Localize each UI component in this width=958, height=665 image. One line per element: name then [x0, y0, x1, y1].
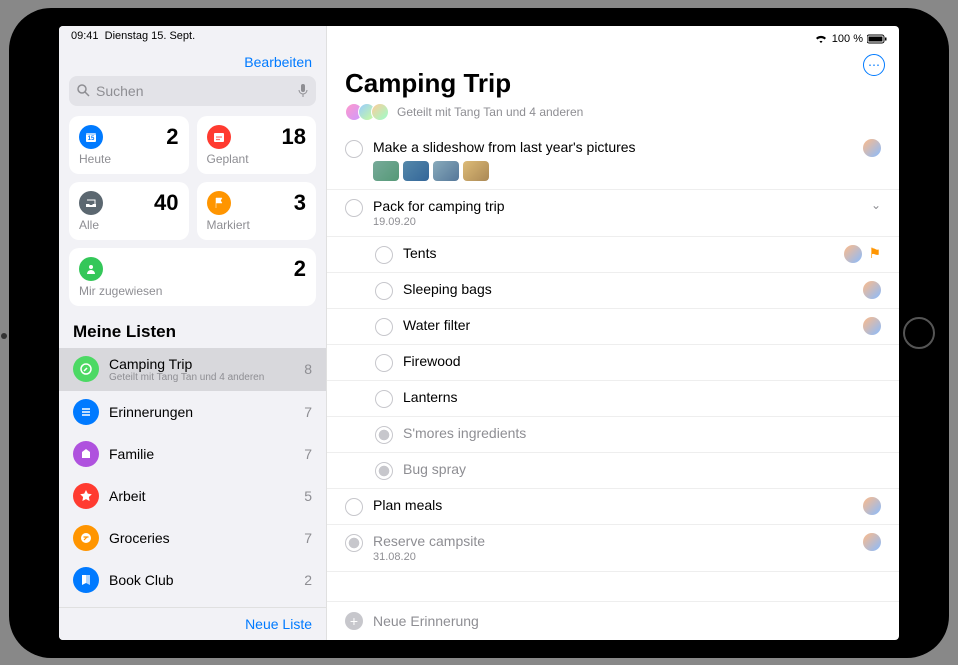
- task-row[interactable]: S'mores ingredients: [327, 417, 899, 453]
- svg-text:15: 15: [88, 136, 95, 142]
- list-name: Arbeit: [109, 488, 294, 504]
- sidebar-list-item[interactable]: Familie 7: [59, 433, 326, 475]
- card-scheduled[interactable]: 18 Geplant: [197, 116, 317, 174]
- task-title: Sleeping bags: [403, 281, 853, 297]
- list-name: Book Club: [109, 572, 294, 588]
- task-checkbox[interactable]: [375, 246, 393, 264]
- task-row[interactable]: Lanterns: [327, 381, 899, 417]
- search-icon: [77, 84, 90, 97]
- task-title: Lanterns: [403, 389, 871, 405]
- list-name: Groceries: [109, 530, 294, 546]
- list-icon: [73, 525, 99, 551]
- list-name: Familie: [109, 446, 294, 462]
- flag-icon: [207, 191, 231, 215]
- task-checkbox[interactable]: [375, 426, 393, 444]
- task-title: Water filter: [403, 317, 853, 333]
- task-title: S'mores ingredients: [403, 425, 871, 441]
- list-icon: [73, 567, 99, 593]
- new-list-button[interactable]: Neue Liste: [245, 616, 312, 632]
- avatar: [371, 103, 389, 121]
- task-checkbox[interactable]: [375, 282, 393, 300]
- card-all[interactable]: 40 Alle: [69, 182, 189, 240]
- home-button[interactable]: [903, 317, 935, 349]
- photo-thumbnail[interactable]: [373, 161, 399, 181]
- inbox-icon: [79, 191, 103, 215]
- sidebar-list-item[interactable]: Groceries 7: [59, 517, 326, 559]
- list-count: 7: [304, 446, 312, 462]
- sidebar-list-item[interactable]: Camping Trip Geteilt mit Tang Tan und 4 …: [59, 348, 326, 391]
- shared-info[interactable]: Geteilt mit Tang Tan und 4 anderen: [327, 103, 899, 131]
- task-checkbox[interactable]: [345, 140, 363, 158]
- photo-thumbnail[interactable]: [403, 161, 429, 181]
- list-title: Camping Trip: [327, 50, 899, 103]
- card-flagged[interactable]: 3 Markiert: [197, 182, 317, 240]
- chevron-down-icon[interactable]: ⌄: [871, 198, 881, 212]
- task-checkbox[interactable]: [375, 318, 393, 336]
- photo-thumbnail[interactable]: [463, 161, 489, 181]
- list-subtitle: Geteilt mit Tang Tan und 4 anderen: [109, 372, 294, 383]
- assignee-avatar: [863, 281, 881, 299]
- task-row[interactable]: Make a slideshow from last year's pictur…: [327, 131, 899, 190]
- task-title: Plan meals: [373, 497, 853, 513]
- task-title: Reserve campsite: [373, 533, 853, 549]
- task-title: Pack for camping trip: [373, 198, 861, 214]
- task-row[interactable]: Pack for camping trip 19.09.20 ⌄: [327, 190, 899, 237]
- task-row[interactable]: Bug spray: [327, 453, 899, 489]
- list-count: 8: [304, 361, 312, 377]
- list-name: Camping Trip: [109, 356, 294, 372]
- list-icon: [73, 483, 99, 509]
- list-count: 7: [304, 530, 312, 546]
- sidebar-list-item[interactable]: Book Club 2: [59, 559, 326, 601]
- edit-button[interactable]: Bearbeiten: [244, 54, 312, 70]
- task-title: Tents: [403, 245, 834, 261]
- photo-thumbnail[interactable]: [433, 161, 459, 181]
- search-input[interactable]: Suchen: [69, 76, 316, 106]
- task-title: Make a slideshow from last year's pictur…: [373, 139, 853, 155]
- list-name: Erinnerungen: [109, 404, 294, 420]
- wifi-icon: [814, 34, 828, 44]
- list-icon: [73, 356, 99, 382]
- calendar-today-icon: 15: [79, 125, 103, 149]
- mic-icon[interactable]: [298, 84, 308, 98]
- task-row[interactable]: Firewood: [327, 345, 899, 381]
- sidebar-list-item[interactable]: Erinnerungen 7: [59, 391, 326, 433]
- task-row[interactable]: Water filter: [327, 309, 899, 345]
- task-title: Bug spray: [403, 461, 871, 477]
- task-checkbox[interactable]: [345, 199, 363, 217]
- card-assigned[interactable]: 2 Mir zugewiesen: [69, 248, 316, 306]
- task-checkbox[interactable]: [345, 534, 363, 552]
- calendar-icon: [207, 125, 231, 149]
- task-date: 19.09.20: [373, 216, 861, 228]
- task-title: Firewood: [403, 353, 871, 369]
- list-icon: [73, 399, 99, 425]
- assignee-avatar: [863, 139, 881, 157]
- assignee-avatar: [844, 245, 862, 263]
- sidebar-list-item[interactable]: Arbeit 5: [59, 475, 326, 517]
- new-reminder-button[interactable]: + Neue Erinnerung: [327, 601, 899, 640]
- status-bar: 09:41 Dienstag 15. Sept. 100 %: [59, 30, 899, 48]
- task-row[interactable]: Plan meals: [327, 489, 899, 525]
- task-date: 31.08.20: [373, 551, 853, 563]
- task-row[interactable]: Sleeping bags: [327, 273, 899, 309]
- more-button[interactable]: ⋯: [863, 54, 885, 76]
- assignee-avatar: [863, 317, 881, 335]
- task-checkbox[interactable]: [375, 462, 393, 480]
- flag-icon: ⚑: [868, 245, 881, 262]
- task-checkbox[interactable]: [375, 390, 393, 408]
- card-today[interactable]: 15 2 Heute: [69, 116, 189, 174]
- my-lists-header: Meine Listen: [59, 314, 326, 348]
- list-icon: [73, 441, 99, 467]
- list-count: 7: [304, 404, 312, 420]
- assignee-avatar: [863, 533, 881, 551]
- battery-icon: [867, 34, 887, 44]
- plus-icon: +: [345, 612, 363, 630]
- task-checkbox[interactable]: [375, 354, 393, 372]
- task-row[interactable]: Tents ⚑: [327, 237, 899, 273]
- assignee-avatar: [863, 497, 881, 515]
- list-count: 2: [304, 572, 312, 588]
- person-icon: [79, 257, 103, 281]
- task-row[interactable]: Reserve campsite 31.08.20: [327, 525, 899, 572]
- task-checkbox[interactable]: [345, 498, 363, 516]
- list-count: 5: [304, 488, 312, 504]
